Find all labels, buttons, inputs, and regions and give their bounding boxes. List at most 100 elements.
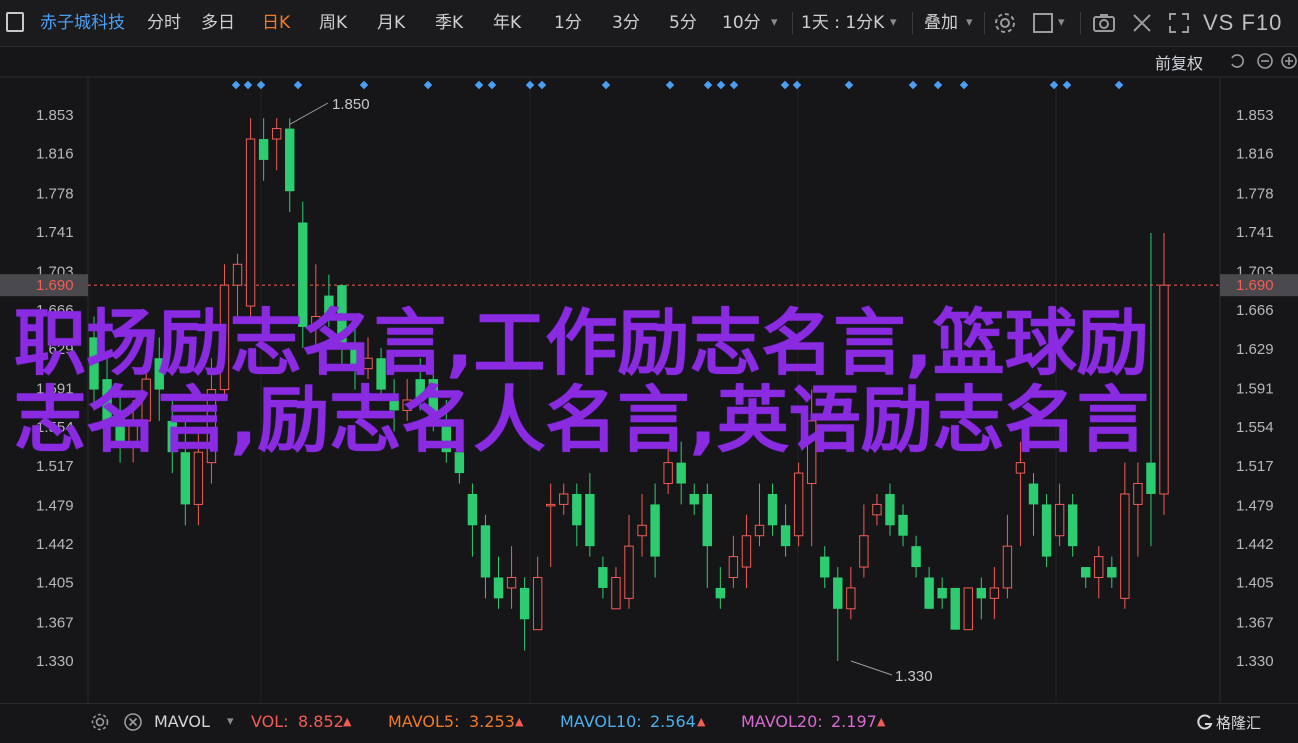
vs-f10-button[interactable]: VS F10 <box>1203 0 1282 46</box>
mavol5-value: 3.253 <box>469 712 515 731</box>
gear-icon[interactable] <box>993 11 1017 35</box>
tab-multiday[interactable]: 多日 <box>201 0 235 46</box>
chevron-down-icon[interactable]: ▾ <box>890 0 897 46</box>
candle-body-up <box>637 524 647 537</box>
signal-marker <box>1062 80 1072 90</box>
stock-name[interactable]: 赤子城科技 <box>40 0 125 46</box>
y-tick-left: 1.479 <box>36 497 74 514</box>
signal-marker <box>959 80 969 90</box>
y-tick-left: 1.778 <box>36 185 74 202</box>
low-annotation-line <box>850 660 893 676</box>
signal-marker <box>908 80 918 90</box>
divider <box>792 12 793 34</box>
y-tick-right: 1.853 <box>1236 107 1274 124</box>
tab-quarterly-k[interactable]: 季K <box>435 0 463 46</box>
candle-body-down <box>911 546 921 568</box>
custom-period-dropdown[interactable]: 1天 : 1分K <box>801 0 884 46</box>
y-tick-left: 1.405 <box>36 575 74 592</box>
candle-body-up <box>546 503 556 507</box>
tab-5min[interactable]: 5分 <box>669 0 697 46</box>
candle-body-down <box>924 577 934 609</box>
sidebar-toggle-icon[interactable] <box>6 12 24 32</box>
signal-marker <box>474 80 484 90</box>
y-tick-right: 1.479 <box>1236 497 1274 514</box>
candle-body-down <box>285 128 295 192</box>
signal-marker <box>293 80 303 90</box>
tab-1min[interactable]: 1分 <box>554 0 582 46</box>
indicator-name[interactable]: MAVOL <box>154 712 210 731</box>
y-tick-left: 1.442 <box>36 536 74 553</box>
candle-body-up <box>1133 483 1143 505</box>
zoom-in-icon[interactable] <box>1280 52 1298 70</box>
y-tick-right: 1.741 <box>1236 224 1274 241</box>
candle-body-down <box>467 493 478 526</box>
signal-marker <box>359 80 369 90</box>
tab-weekly-k[interactable]: 周K <box>319 0 347 46</box>
signal-marker <box>243 80 253 90</box>
high-annotation: 1.850 <box>332 96 370 113</box>
signal-marker <box>1049 80 1059 90</box>
tab-3min[interactable]: 3分 <box>612 0 640 46</box>
candle-body-up <box>532 576 543 631</box>
overlay-text-line-2: 志名言,励志名人名言,英语励志名言 <box>14 378 1149 462</box>
tab-intraday[interactable]: 分时 <box>147 0 181 46</box>
candle-body-up <box>989 587 1000 599</box>
candle-body-down <box>950 587 960 630</box>
chevron-down-icon[interactable]: ▾ <box>227 714 234 729</box>
up-arrow-icon: ▲ <box>343 715 352 728</box>
signal-marker <box>780 80 790 90</box>
candle-body-up <box>1015 462 1026 474</box>
divider <box>1080 12 1081 34</box>
low-annotation: 1.330 <box>895 668 933 685</box>
checkbox-icon[interactable] <box>1031 11 1055 35</box>
current-price-label-left: 1.690 <box>36 277 74 294</box>
tab-10min[interactable]: 10分 <box>722 0 761 46</box>
tab-yearly-k[interactable]: 年K <box>493 0 521 46</box>
candle-body-up <box>559 493 569 505</box>
fullscreen-icon[interactable] <box>1167 11 1191 35</box>
mavol10-value: 2.564 <box>650 712 696 731</box>
y-tick-right: 1.367 <box>1236 614 1274 631</box>
divider <box>984 12 985 34</box>
chevron-down-icon[interactable]: ▾ <box>771 0 778 46</box>
candle-body-down <box>1067 504 1078 547</box>
overlay-indicator-button[interactable]: 叠加 <box>924 0 958 46</box>
candle-body-down <box>1146 462 1156 494</box>
camera-icon[interactable] <box>1092 11 1116 35</box>
candle-body-up <box>1120 493 1130 599</box>
signal-marker <box>537 80 547 90</box>
close-icon[interactable] <box>123 712 143 732</box>
candle-body-down <box>1028 483 1039 505</box>
signal-marker <box>933 80 943 90</box>
candle-body-up <box>754 524 765 537</box>
tab-monthly-k[interactable]: 月K <box>377 0 405 46</box>
chevron-down-icon[interactable]: ▾ <box>966 0 973 46</box>
candle-body-down <box>715 587 726 599</box>
y-tick-right: 1.330 <box>1236 653 1274 670</box>
candle-body-down <box>676 462 686 484</box>
undo-icon[interactable] <box>1228 52 1246 70</box>
adjust-mode-button[interactable]: 前复权 <box>1155 50 1203 74</box>
signal-marker <box>231 80 241 90</box>
candle-body-up <box>663 462 673 485</box>
candle-body-up <box>506 576 517 589</box>
candle-body-down <box>885 493 895 526</box>
candle-body-down <box>780 525 791 547</box>
y-tick-left: 1.816 <box>36 146 74 163</box>
candle-body-up <box>1002 545 1013 589</box>
vol-label: VOL: <box>251 712 289 731</box>
y-tick-left: 1.367 <box>36 614 74 631</box>
y-tick-left: 1.853 <box>36 107 74 124</box>
signal-markers <box>231 80 1124 90</box>
y-tick-right: 1.778 <box>1236 185 1274 202</box>
chevron-down-icon[interactable]: ▾ <box>1058 0 1065 46</box>
tab-daily-k[interactable]: 日K <box>262 0 290 46</box>
y-tick-right: 1.816 <box>1236 146 1274 163</box>
candle-body-up <box>245 138 256 307</box>
gear-icon[interactable] <box>90 712 110 732</box>
candle-body-down <box>1081 567 1091 578</box>
zoom-out-icon[interactable] <box>1256 52 1274 70</box>
candle-body-down <box>598 567 608 588</box>
close-icon[interactable] <box>1130 11 1154 35</box>
watermark: 格隆汇 <box>1216 714 1262 732</box>
